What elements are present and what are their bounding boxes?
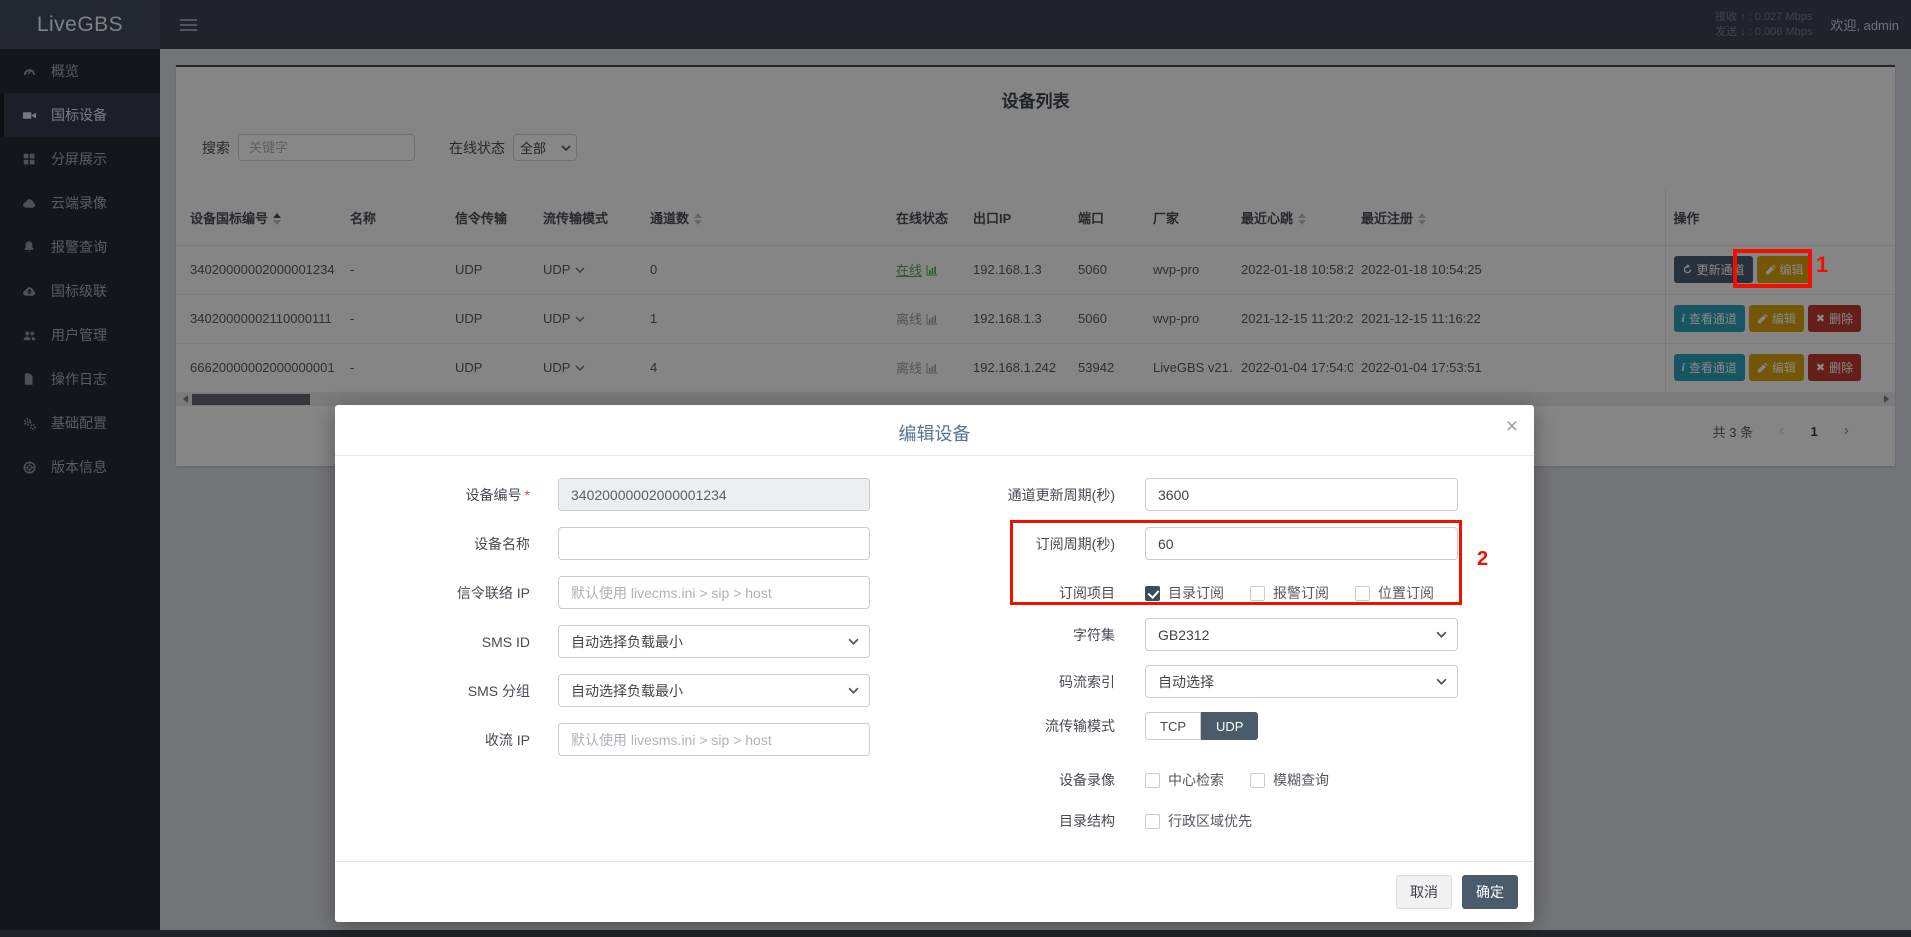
modal-left-column: 设备编号* 设备名称 信令联络 IP SMS ID 自动选择负载最小 SMS 分… [350,478,890,772]
close-icon[interactable]: × [1506,416,1518,437]
stream-mode-toggle: TCP UDP [1145,712,1258,740]
device-record-label: 设备录像 [950,770,1115,790]
subscribe-period-field[interactable] [1145,527,1458,560]
cancel-button[interactable]: 取消 [1396,875,1452,909]
subscribe-items-label: 订阅项目 [950,583,1115,603]
chevron-down-icon [1436,631,1447,638]
sip-contact-ip-field[interactable] [558,576,870,609]
sms-id-select[interactable]: 自动选择负载最小 [558,625,870,658]
sms-group-label: SMS 分组 [350,681,530,701]
checkbox-icon [1250,586,1265,601]
catalog-subscribe-checkbox[interactable]: 目录订阅 [1145,583,1224,603]
device-id-field [558,478,870,511]
alarm-subscribe-checkbox[interactable]: 报警订阅 [1250,583,1329,603]
chevron-down-icon [1436,678,1447,685]
sip-contact-ip-label: 信令联络 IP [350,583,530,603]
channel-refresh-label: 通道更新周期(秒) [950,485,1115,505]
center-search-checkbox[interactable]: 中心检索 [1145,770,1224,790]
modal-header: 编辑设备 × [335,405,1534,456]
tcp-option-button[interactable]: TCP [1145,712,1201,740]
udp-option-button[interactable]: UDP [1201,712,1258,740]
charset-select[interactable]: GB2312 [1145,618,1458,651]
confirm-button[interactable]: 确定 [1462,875,1518,909]
admin-region-priority-checkbox[interactable]: 行政区域优先 [1145,811,1252,831]
subscribe-period-label: 订阅周期(秒) [950,534,1115,554]
device-name-label: 设备名称 [350,534,530,554]
stream-index-select-value: 自动选择 [1158,672,1214,692]
charset-select-value: GB2312 [1158,627,1209,643]
dir-structure-label: 目录结构 [950,811,1115,831]
chevron-down-icon [848,687,859,694]
charset-label: 字符集 [950,625,1115,645]
sms-id-label: SMS ID [350,634,530,650]
stream-mode-label: 流传输模式 [950,716,1115,736]
modal-right-column: 通道更新周期(秒) 订阅周期(秒) 订阅项目 目录订阅 报警订阅 位置订阅 字符… [950,478,1510,847]
checkbox-icon [1145,814,1160,829]
sms-group-select[interactable]: 自动选择负载最小 [558,674,870,707]
sms-group-select-value: 自动选择负载最小 [571,681,683,701]
position-subscribe-checkbox[interactable]: 位置订阅 [1355,583,1434,603]
modal-footer: 取消 确定 [335,861,1534,922]
edit-device-modal: 编辑设备 × 设备编号* 设备名称 信令联络 IP SMS ID 自动选择负载最… [335,405,1534,922]
sms-id-select-value: 自动选择负载最小 [571,632,683,652]
required-asterisk: * [525,487,530,503]
channel-refresh-field[interactable] [1145,478,1458,511]
checkbox-checked-icon [1145,586,1160,601]
stream-index-label: 码流索引 [950,672,1115,692]
checkbox-icon [1145,773,1160,788]
device-id-label: 设备编号* [350,485,530,505]
recv-stream-ip-label: 收流 IP [350,730,530,750]
checkbox-icon [1250,773,1265,788]
stream-index-select[interactable]: 自动选择 [1145,665,1458,698]
modal-title: 编辑设备 [335,405,1534,446]
device-name-field[interactable] [558,527,870,560]
recv-stream-ip-field[interactable] [558,723,870,756]
checkbox-icon [1355,586,1370,601]
fuzzy-query-checkbox[interactable]: 模糊查询 [1250,770,1329,790]
chevron-down-icon [848,638,859,645]
